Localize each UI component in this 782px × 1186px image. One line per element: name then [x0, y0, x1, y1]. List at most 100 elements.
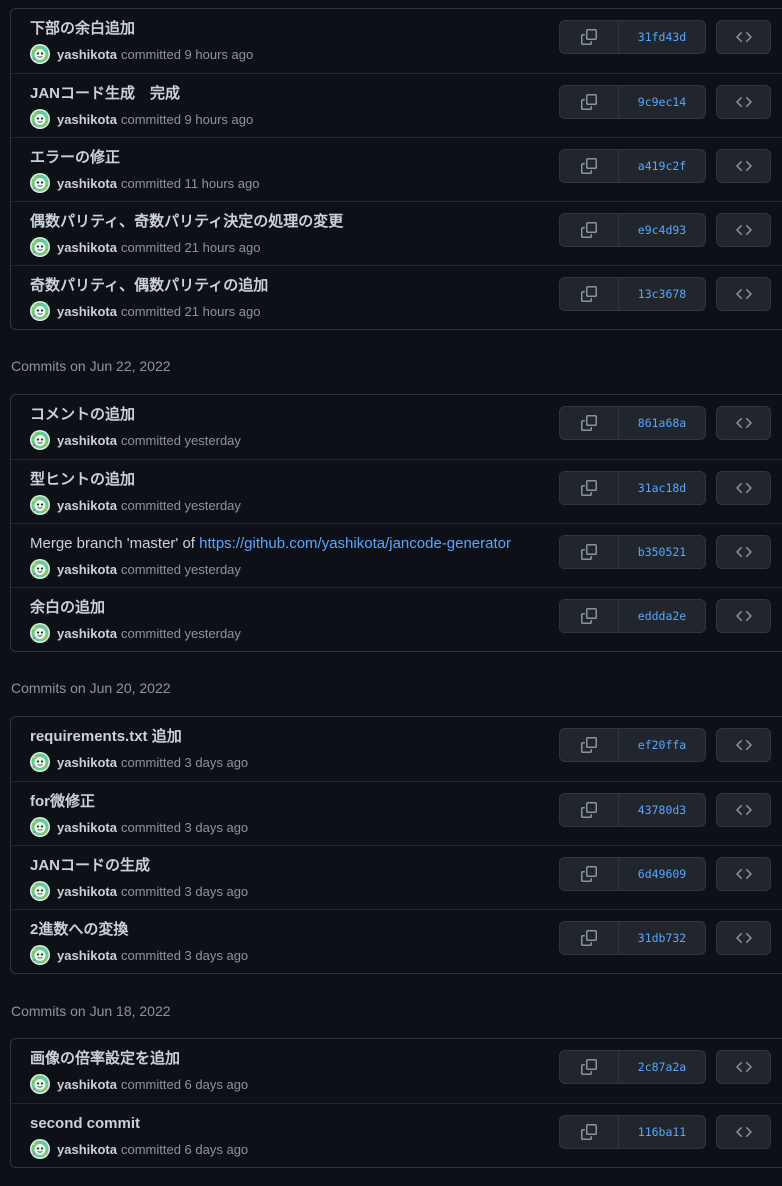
avatar[interactable]	[30, 301, 50, 321]
commit-author[interactable]: yashikota	[57, 884, 117, 899]
copy-icon	[581, 415, 597, 431]
browse-repo-button[interactable]	[716, 921, 771, 955]
commit-title[interactable]: 型ヒントの追加	[30, 470, 135, 490]
commit-author[interactable]: yashikota	[57, 112, 117, 127]
copy-sha-button[interactable]	[560, 214, 619, 246]
commit-title[interactable]: second commit	[30, 1114, 140, 1134]
commit-sha-link[interactable]: 6d49609	[619, 858, 705, 890]
copy-sha-button[interactable]	[560, 472, 619, 504]
copy-sha-button[interactable]	[560, 150, 619, 182]
commit-sha-link[interactable]: 9c9ec14	[619, 86, 705, 118]
commit-author[interactable]: yashikota	[57, 498, 117, 513]
commit-sha-link[interactable]: 43780d3	[619, 794, 705, 826]
avatar[interactable]	[30, 1139, 50, 1159]
commit-title[interactable]: JANコード生成 完成	[30, 84, 180, 104]
copy-sha-button[interactable]	[560, 86, 619, 118]
copy-sha-button[interactable]	[560, 1051, 619, 1083]
browse-repo-button[interactable]	[716, 277, 771, 311]
commit-author[interactable]: yashikota	[57, 1142, 117, 1157]
commit-sha-link[interactable]: ef20ffa	[619, 729, 705, 761]
browse-repo-button[interactable]	[716, 406, 771, 440]
commit-title[interactable]: requirements.txt 追加	[30, 727, 182, 747]
browse-repo-button[interactable]	[716, 20, 771, 54]
commit-sha-link[interactable]: 31ac18d	[619, 472, 705, 504]
commit-author[interactable]: yashikota	[57, 176, 117, 191]
commit-sha-link[interactable]: 116ba11	[619, 1116, 705, 1148]
commit-author[interactable]: yashikota	[57, 47, 117, 62]
copy-sha-button[interactable]	[560, 407, 619, 439]
commit-title[interactable]: for微修正	[30, 792, 95, 812]
commit-sha-link[interactable]: 2c87a2a	[619, 1051, 705, 1083]
avatar[interactable]	[30, 945, 50, 965]
commit-title[interactable]: 下部の余白追加	[30, 19, 135, 39]
commit-author[interactable]: yashikota	[57, 626, 117, 641]
commit-time: committed yesterday	[120, 497, 241, 513]
commit-author[interactable]: yashikota	[57, 820, 117, 835]
copy-sha-button[interactable]	[560, 858, 619, 890]
commit-title[interactable]: Merge branch 'master' of https://github.…	[30, 534, 511, 554]
commit-author[interactable]: yashikota	[57, 755, 117, 770]
browse-repo-button[interactable]	[716, 793, 771, 827]
commit-title[interactable]: コメントの追加	[30, 405, 135, 425]
code-icon	[735, 608, 752, 624]
commit-title[interactable]: JANコードの生成	[30, 856, 150, 876]
commit-title[interactable]: エラーの修正	[30, 148, 120, 168]
commit-author[interactable]: yashikota	[57, 562, 117, 577]
commit-sha-link[interactable]: a419c2f	[619, 150, 705, 182]
commit-sha-link[interactable]: eddda2e	[619, 600, 705, 632]
copy-sha-button[interactable]	[560, 729, 619, 761]
browse-repo-button[interactable]	[716, 857, 771, 891]
avatar[interactable]	[30, 430, 50, 450]
commit-actions: eddda2e	[559, 599, 771, 633]
commit-author[interactable]: yashikota	[57, 1077, 117, 1092]
avatar[interactable]	[30, 495, 50, 515]
copy-sha-button[interactable]	[560, 1116, 619, 1148]
avatar[interactable]	[30, 881, 50, 901]
browse-repo-button[interactable]	[716, 535, 771, 569]
copy-sha-button[interactable]	[560, 922, 619, 954]
browse-repo-button[interactable]	[716, 1050, 771, 1084]
avatar[interactable]	[30, 109, 50, 129]
copy-sha-button[interactable]	[560, 794, 619, 826]
avatar[interactable]	[30, 752, 50, 772]
avatar[interactable]	[30, 237, 50, 257]
commit-author[interactable]: yashikota	[57, 433, 117, 448]
commit-sha-link[interactable]: 31db732	[619, 922, 705, 954]
copy-sha-button[interactable]	[560, 278, 619, 310]
code-icon	[735, 94, 752, 110]
commit-meta: yashikota committed 11 hours ago	[30, 172, 259, 194]
commit-title[interactable]: 画像の倍率設定を追加	[30, 1049, 180, 1069]
commit-title[interactable]: 偶数パリティ、奇数パリティ決定の処理の変更	[30, 212, 343, 232]
commit-sha-link[interactable]: 861a68a	[619, 407, 705, 439]
copy-sha-button[interactable]	[560, 21, 619, 53]
commit-title[interactable]: 2進数への変換	[30, 920, 128, 940]
avatar[interactable]	[30, 173, 50, 193]
commit-title[interactable]: 余白の追加	[30, 598, 105, 618]
copy-sha-button[interactable]	[560, 536, 619, 568]
browse-repo-button[interactable]	[716, 213, 771, 247]
commit-author[interactable]: yashikota	[57, 948, 117, 963]
commit-sha-link[interactable]: e9c4d93	[619, 214, 705, 246]
commit-author[interactable]: yashikota	[57, 304, 117, 319]
browse-repo-button[interactable]	[716, 1115, 771, 1149]
commit-sha-link[interactable]: 13c3678	[619, 278, 705, 310]
browse-repo-button[interactable]	[716, 728, 771, 762]
commit-author[interactable]: yashikota	[57, 240, 117, 255]
commit-title[interactable]: 奇数パリティ、偶数パリティの追加	[30, 276, 268, 296]
avatar[interactable]	[30, 817, 50, 837]
commit-title-text[interactable]: Merge branch 'master' of	[30, 535, 199, 552]
avatar[interactable]	[30, 559, 50, 579]
browse-repo-button[interactable]	[716, 85, 771, 119]
commit-sha-link[interactable]: 31fd43d	[619, 21, 705, 53]
browse-repo-button[interactable]	[716, 471, 771, 505]
browse-repo-button[interactable]	[716, 599, 771, 633]
commit-meta: yashikota committed 3 days ago	[30, 751, 248, 773]
commit-sha-link[interactable]: b350521	[619, 536, 705, 568]
avatar[interactable]	[30, 44, 50, 64]
commit-title-link[interactable]: https://github.com/yashikota/jancode-gen…	[199, 535, 511, 552]
avatar[interactable]	[30, 1074, 50, 1094]
avatar[interactable]	[30, 623, 50, 643]
copy-sha-button[interactable]	[560, 600, 619, 632]
browse-repo-button[interactable]	[716, 149, 771, 183]
copy-icon	[581, 29, 597, 45]
